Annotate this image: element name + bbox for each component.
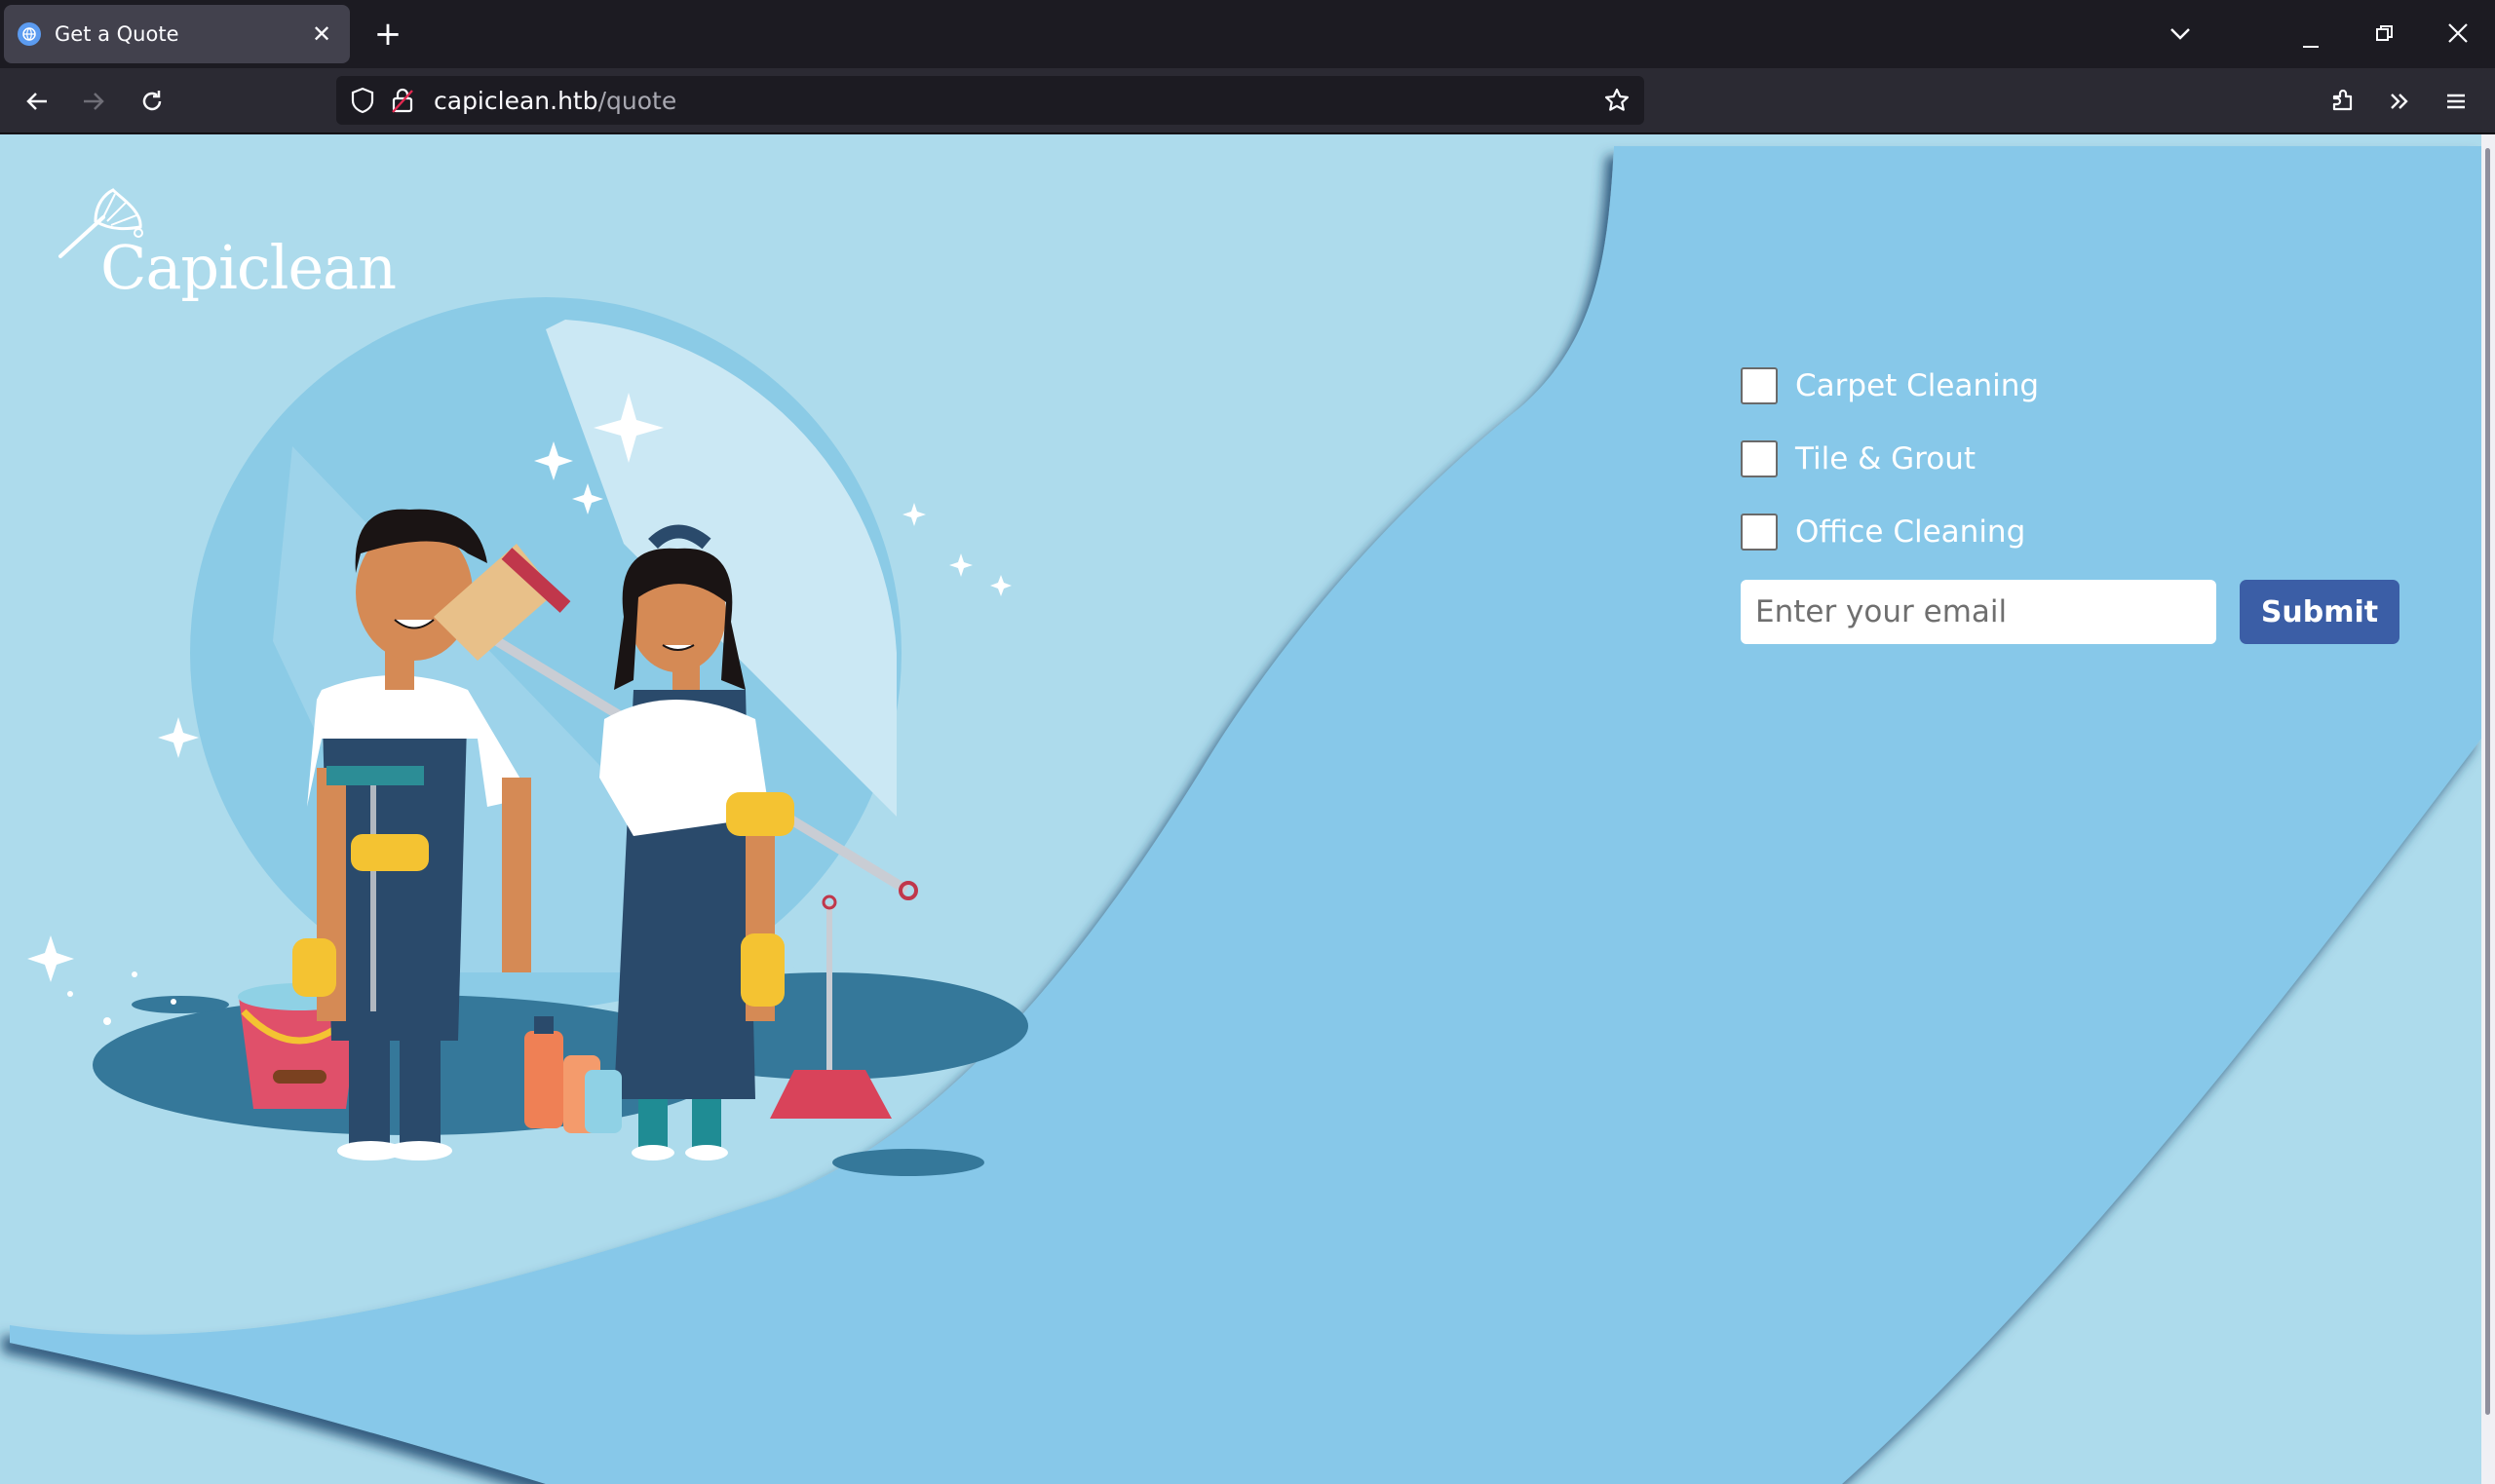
bookmark-star-icon[interactable] bbox=[1603, 87, 1631, 114]
tile-grout-label[interactable]: Tile & Grout bbox=[1795, 441, 1976, 476]
submit-button[interactable]: Submit bbox=[2240, 580, 2399, 644]
office-cleaning-label[interactable]: Office Cleaning bbox=[1795, 514, 2025, 550]
extensions-icon[interactable] bbox=[2325, 84, 2361, 119]
service-option-office-cleaning[interactable]: Office Cleaning bbox=[1741, 513, 2399, 552]
forward-icon[interactable] bbox=[76, 84, 111, 119]
navigation-toolbar: capiclean.htb/quote bbox=[0, 68, 2495, 133]
hamburger-menu-icon[interactable] bbox=[2438, 84, 2474, 119]
carpet-cleaning-checkbox[interactable] bbox=[1741, 367, 1778, 404]
site-favicon-icon bbox=[18, 22, 41, 46]
email-submit-row: Submit bbox=[1741, 580, 2399, 644]
minimize-window-icon[interactable] bbox=[2303, 31, 2322, 56]
scrollbar-thumb[interactable] bbox=[2485, 148, 2490, 1415]
url-text: capiclean.htb/quote bbox=[434, 87, 676, 115]
restore-window-icon[interactable] bbox=[2375, 23, 2395, 49]
tile-grout-checkbox[interactable] bbox=[1741, 440, 1778, 477]
carpet-cleaning-label[interactable]: Carpet Cleaning bbox=[1795, 368, 2039, 403]
tab-strip: Get a Quote ✕ + bbox=[0, 0, 2495, 68]
url-path: /quote bbox=[597, 86, 677, 115]
reload-icon[interactable] bbox=[134, 84, 170, 119]
service-option-carpet-cleaning[interactable]: Carpet Cleaning bbox=[1741, 366, 2399, 405]
tab-title: Get a Quote bbox=[55, 22, 179, 46]
cleaners-illustration bbox=[27, 297, 1028, 1176]
close-window-icon[interactable] bbox=[2446, 21, 2470, 51]
address-bar[interactable]: capiclean.htb/quote bbox=[336, 76, 1644, 125]
page-scrollbar[interactable] bbox=[2481, 134, 2495, 1484]
tracking-protection-shield-icon[interactable] bbox=[350, 87, 377, 114]
quote-form: Carpet Cleaning Tile & Grout Office Clea… bbox=[1741, 366, 2399, 644]
close-tab-icon[interactable]: ✕ bbox=[307, 20, 336, 48]
overflow-menu-chevron-icon[interactable] bbox=[2382, 84, 2417, 119]
browser-tab[interactable]: Get a Quote ✕ bbox=[4, 5, 350, 63]
new-tab-icon[interactable]: + bbox=[370, 17, 405, 52]
list-all-tabs-icon[interactable] bbox=[2166, 19, 2195, 53]
back-icon[interactable] bbox=[19, 84, 55, 119]
office-cleaning-checkbox[interactable] bbox=[1741, 514, 1778, 551]
url-host: capiclean.htb bbox=[434, 86, 598, 115]
insecure-lock-icon[interactable] bbox=[391, 87, 418, 114]
email-field[interactable] bbox=[1741, 580, 2216, 644]
service-option-tile-grout[interactable]: Tile & Grout bbox=[1741, 439, 2399, 478]
quote-page: Capiclean Carpet Cleaning Tile & Grout O… bbox=[0, 134, 2481, 1484]
